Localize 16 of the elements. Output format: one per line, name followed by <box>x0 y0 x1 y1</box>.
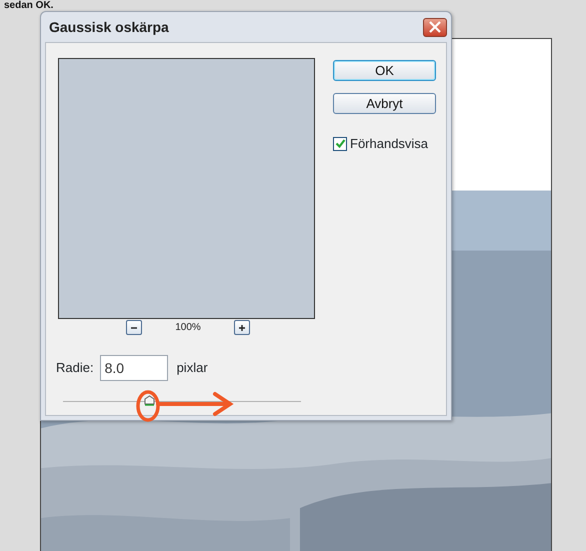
plus-icon <box>238 324 246 332</box>
close-button[interactable] <box>423 18 447 36</box>
window-title: Gaussisk oskärpa <box>49 18 169 37</box>
preview-checkbox[interactable] <box>333 136 347 151</box>
cancel-button[interactable]: Avbryt <box>333 93 436 114</box>
zoom-out-button[interactable] <box>126 320 142 335</box>
slider-thumb[interactable] <box>144 395 155 406</box>
zoom-level: 100% <box>175 321 201 335</box>
unit-label: pixlar <box>176 359 208 378</box>
close-icon <box>429 21 441 33</box>
caption-text: sedan OK. <box>4 0 54 11</box>
zoom-in-button[interactable] <box>234 320 250 335</box>
radius-label: Radie: <box>56 359 94 378</box>
ok-button[interactable]: OK <box>333 60 436 81</box>
checkbox-label: Förhandsvisa <box>350 135 428 153</box>
radius-field[interactable]: 8.0 <box>100 355 168 381</box>
